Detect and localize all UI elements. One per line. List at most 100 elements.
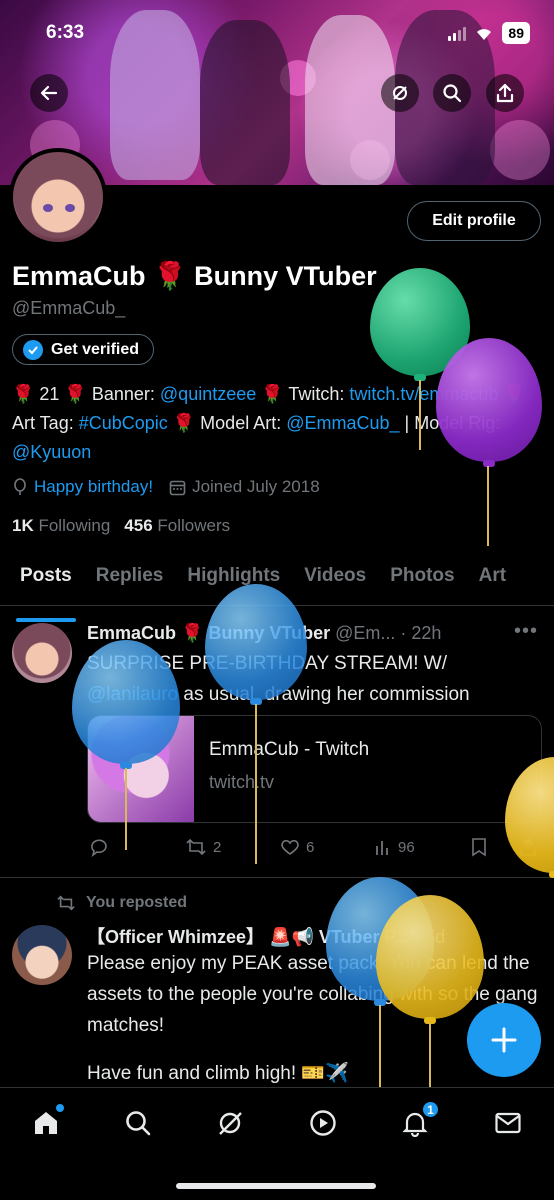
home-icon (35, 1112, 57, 1134)
nav-search[interactable] (123, 1108, 153, 1138)
grok-button[interactable] (381, 74, 419, 112)
retweet-count: 2 (213, 838, 222, 856)
bio-link-banner[interactable]: @quintzeee (160, 384, 256, 404)
nav-notifications[interactable]: 1 (400, 1100, 440, 1138)
bio-link-twitch[interactable]: twitch.tv/emmacub (349, 384, 498, 404)
views-icon (376, 841, 388, 855)
tab-articles[interactable]: Art (479, 556, 506, 605)
notification-badge: 1 (421, 1100, 440, 1119)
follow-counts: 1K Following 456 Followers (12, 516, 230, 536)
tweet-avatar[interactable] (12, 623, 72, 683)
tweet-handle-time: · 5d (414, 927, 446, 947)
profile-bio: 🌹 21 🌹 Banner: @quintzeee 🌹 Twitch: twit… (12, 380, 537, 467)
home-indicator (176, 1183, 376, 1189)
joined-date: Joined July 2018 (192, 477, 320, 496)
calendar-icon (169, 480, 186, 495)
play-icon (310, 1110, 336, 1136)
bio-link-art-tag[interactable]: #CubCopic (79, 413, 168, 433)
search-icon (126, 1111, 151, 1136)
tweet-text: SURPRISE PRE-BIRTHDAY STREAM! W/ @lanila… (87, 648, 539, 710)
tab-videos[interactable]: Videos (304, 556, 366, 605)
wifi-icon (477, 29, 492, 40)
tab-photos[interactable]: Photos (390, 556, 454, 605)
profile-handle: @EmmaCub_ (12, 298, 126, 318)
retweet-icon (186, 838, 206, 856)
cell-signal-icon (448, 25, 467, 41)
followers-link[interactable]: 456 Followers (124, 516, 230, 536)
share-icon (496, 83, 514, 103)
tweet-author-name[interactable]: 【Officer Whimzee】 🚨📢 VTuber P... (87, 927, 409, 947)
mention-link[interactable]: @lanilauro (87, 684, 178, 705)
edit-profile-button[interactable]: Edit profile (407, 201, 541, 241)
back-button[interactable] (30, 74, 68, 112)
profile-name: EmmaCub 🌹 Bunny VTuber (12, 261, 377, 291)
get-verified-button[interactable]: Get verified (12, 334, 155, 365)
status-bar: 6:33 89 (0, 18, 554, 48)
reply-button[interactable] (89, 837, 109, 857)
share-button[interactable] (486, 74, 524, 112)
home-unread-dot (56, 1104, 64, 1112)
balloon-green (370, 268, 470, 450)
share-tweet-button[interactable] (518, 837, 538, 857)
retweet-icon (57, 895, 75, 911)
repost-label: You reposted (86, 894, 188, 911)
like-icon (281, 839, 299, 855)
tab-highlights[interactable]: Highlights (187, 556, 280, 605)
tweet-text: Have fun and climb high! 🎫✈️ (87, 1063, 349, 1084)
tweet-more-button[interactable]: ••• (514, 620, 538, 643)
search-icon (443, 84, 462, 103)
bookmark-button[interactable] (470, 837, 488, 857)
tweet-header: 【Officer Whimzee】 🚨📢 VTuber P... · 5d (87, 923, 445, 949)
tweet-text-part: as usual, drawing her commission (178, 684, 470, 705)
profile-meta: Happy birthday! Joined July 2018 (12, 477, 320, 497)
tweet-actions: 2 6 96 (87, 834, 542, 860)
plus-icon (491, 1027, 517, 1053)
mail-icon (495, 1112, 521, 1134)
bio-text: | Model Rig: (399, 413, 501, 433)
card-title: EmmaCub - Twitch (209, 739, 370, 760)
tweet-handle-time: @Em... · 22h (335, 623, 442, 643)
tweet-author-name[interactable]: EmmaCub 🌹 Bunny VTuber (87, 623, 330, 643)
tab-replies[interactable]: Replies (96, 556, 164, 605)
tab-posts[interactable]: Posts (16, 556, 76, 622)
share-icon (520, 837, 536, 856)
status-time: 6:33 (46, 22, 85, 43)
tweet-divider (0, 877, 554, 878)
bio-text: 🌹 21 🌹 Banner: (12, 384, 160, 404)
repost-indicator: You reposted (56, 894, 187, 912)
tweet-text-part: SURPRISE PRE-BIRTHDAY STREAM! W/ (87, 653, 447, 674)
nav-messages[interactable] (493, 1108, 523, 1138)
card-domain: twitch.tv (209, 772, 275, 792)
profile-avatar[interactable] (9, 148, 107, 246)
like-count: 6 (306, 838, 315, 856)
views-button[interactable]: 96 (374, 838, 415, 856)
battery-indicator: 89 (502, 22, 530, 44)
balloon-icon (14, 478, 26, 495)
like-button[interactable]: 6 (280, 837, 314, 857)
tweet-header: EmmaCub 🌹 Bunny VTuber @Em... · 22h (87, 623, 441, 644)
back-arrow-icon (40, 85, 58, 101)
grok-icon (219, 1112, 242, 1135)
profile-tabs: Posts Replies Highlights Videos Photos A… (0, 556, 554, 622)
bio-text: 🌹 Twitch: (256, 384, 350, 404)
bio-link-model-rig[interactable]: @Kyuuon (12, 442, 91, 462)
birthday-link[interactable]: Happy birthday! (34, 477, 153, 497)
reply-icon (91, 839, 107, 857)
card-thumbnail (88, 716, 194, 822)
bookmark-icon (472, 838, 486, 857)
compose-button[interactable] (467, 1003, 541, 1077)
bio-link-model-art[interactable]: @EmmaCub_ (286, 413, 399, 433)
get-verified-label: Get verified (51, 340, 140, 358)
tweet-avatar[interactable] (12, 925, 72, 985)
retweet-button[interactable]: 2 (185, 837, 221, 857)
nav-grok[interactable] (215, 1108, 245, 1138)
search-button[interactable] (433, 74, 471, 112)
views-count: 96 (398, 838, 415, 856)
following-link[interactable]: 1K Following (12, 516, 110, 536)
nav-video[interactable] (308, 1108, 338, 1138)
nav-home[interactable] (31, 1104, 64, 1138)
verified-badge-icon (23, 339, 43, 360)
no-signal-icon (393, 86, 407, 100)
bio-text: 🌹 Model Art: (167, 413, 287, 433)
link-card[interactable]: EmmaCub - Twitch twitch.tv (87, 715, 542, 823)
